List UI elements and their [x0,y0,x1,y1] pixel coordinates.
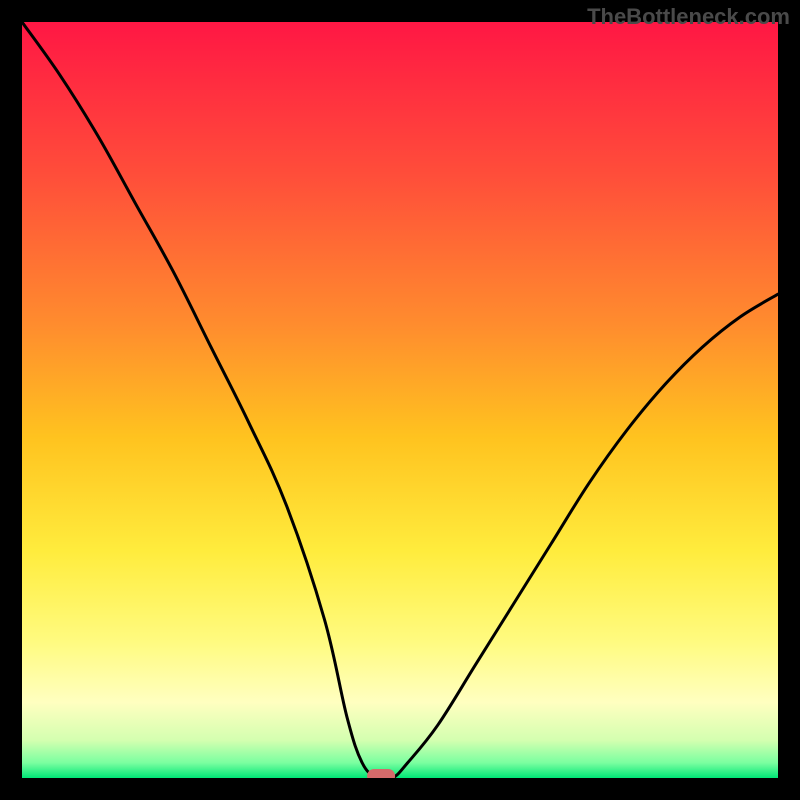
watermark-text: TheBottleneck.com [587,4,790,30]
bottleneck-chart [22,22,778,778]
gradient-background [22,22,778,778]
chart-plot-area [22,22,778,778]
optimal-marker [367,769,395,778]
